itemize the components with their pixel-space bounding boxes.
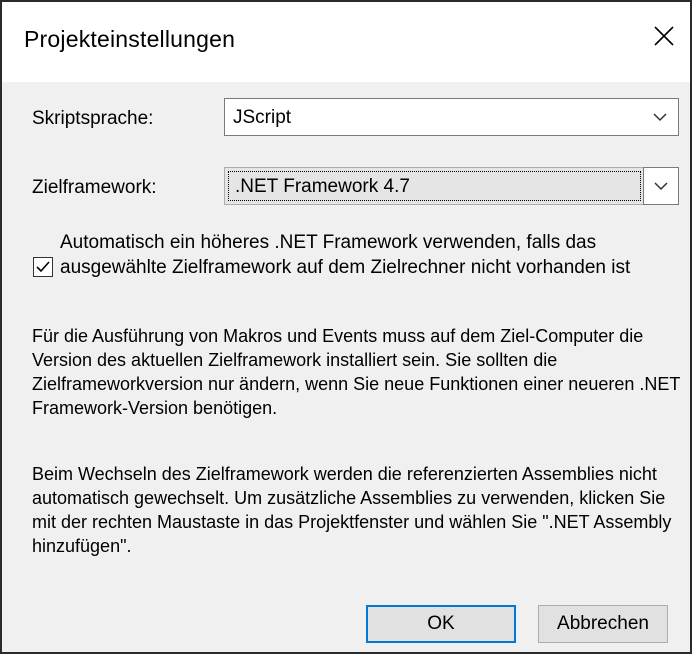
target-framework-select[interactable]: .NET Framework 4.7 — [224, 167, 644, 205]
close-icon — [654, 26, 674, 46]
cancel-button[interactable]: Abbrechen — [538, 605, 668, 643]
title-bar: Projekteinstellungen — [2, 2, 690, 82]
info-paragraph-1: Für die Ausführung von Makros und Events… — [32, 326, 681, 418]
script-language-value: JScript — [233, 107, 292, 128]
ok-button[interactable]: OK — [366, 605, 516, 643]
chevron-down-icon — [654, 182, 668, 191]
info-paragraph-2: Beim Wechseln des Zielframework werden d… — [32, 464, 672, 556]
auto-upgrade-label[interactable]: Automatisch ein höheres .NET Framework v… — [60, 230, 680, 280]
target-framework-label: Zielframework: — [32, 177, 157, 198]
dialog-title: Projekteinstellungen — [24, 26, 236, 52]
chevron-down-icon — [653, 113, 667, 122]
project-settings-dialog: Projekteinstellungen Skriptsprache: JScr… — [0, 0, 692, 654]
script-language-select[interactable]: JScript — [224, 98, 679, 136]
target-framework-dropdown-button[interactable] — [643, 167, 679, 205]
target-framework-value: .NET Framework 4.7 — [235, 176, 410, 197]
script-language-label: Skriptsprache: — [32, 108, 154, 129]
close-button[interactable] — [644, 16, 684, 56]
auto-upgrade-checkbox[interactable] — [33, 257, 53, 277]
checkmark-icon — [36, 261, 50, 273]
